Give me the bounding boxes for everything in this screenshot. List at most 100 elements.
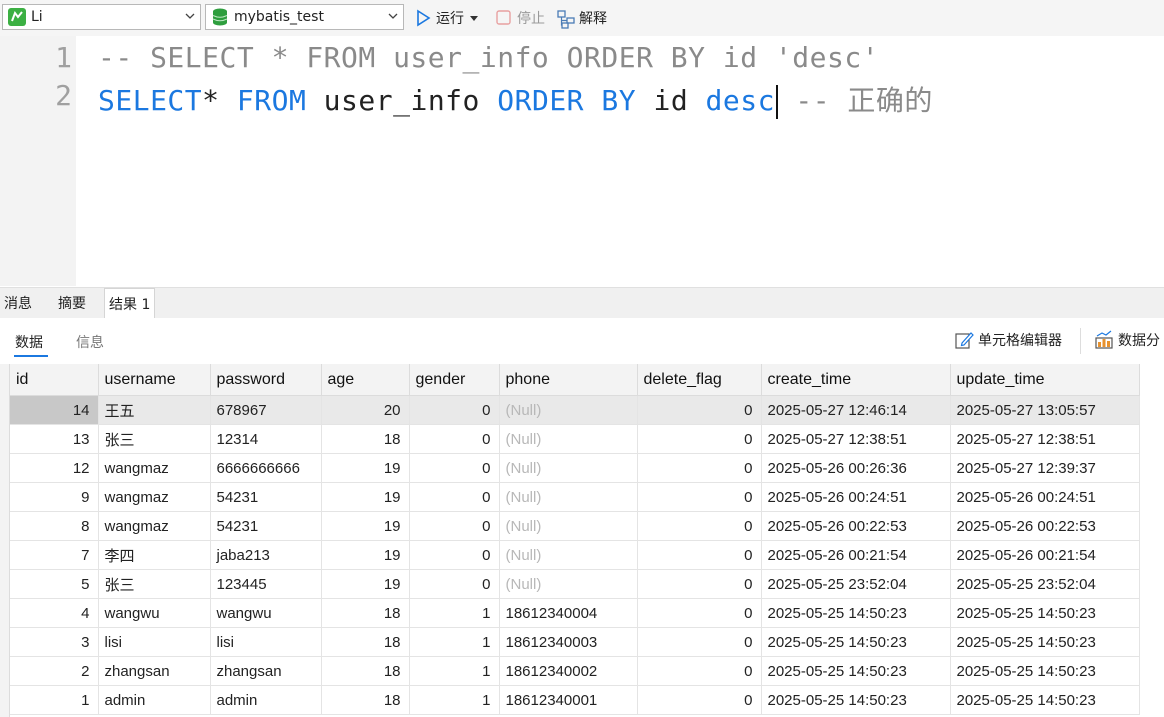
cell-gender[interactable]: 1 — [409, 656, 500, 686]
cell-create-time[interactable]: 2025-05-27 12:46:14 — [761, 395, 951, 425]
cell-username[interactable]: 张三 — [98, 569, 211, 599]
stop-button[interactable]: 停止 — [495, 6, 545, 30]
cell-delete-flag[interactable]: 0 — [637, 627, 762, 657]
cell-gender[interactable]: 0 — [409, 424, 500, 454]
subtab-info[interactable]: 信息 — [76, 332, 104, 352]
cell-delete-flag[interactable]: 0 — [637, 540, 762, 570]
cell-username[interactable]: lisi — [98, 627, 211, 657]
column-header-delete-flag[interactable]: delete_flag — [637, 364, 762, 396]
cell-create-time[interactable]: 2025-05-25 14:50:23 — [761, 685, 951, 715]
cell-gender[interactable]: 0 — [409, 569, 500, 599]
cell-update-time[interactable]: 2025-05-26 00:24:51 — [950, 482, 1140, 512]
chevron-down-icon[interactable] — [184, 10, 195, 20]
table-row[interactable]: 9 wangmaz 54231 19 0 (Null) 0 2025-05-26 00:24:… — [10, 482, 1140, 512]
table-row[interactable]: 13 张三 12314 18 0 (Null) 0 2025-05-27 12:38:51 20… — [10, 424, 1140, 454]
cell-password[interactable]: zhangsan — [210, 656, 322, 686]
cell-username[interactable]: 王五 — [98, 395, 211, 425]
cell-id[interactable]: 13 — [10, 424, 99, 454]
column-header-age[interactable]: age — [321, 364, 410, 396]
cell-age[interactable]: 19 — [321, 453, 410, 483]
cell-update-time[interactable]: 2025-05-26 00:22:53 — [950, 511, 1140, 541]
subtab-data[interactable]: 数据 — [15, 332, 43, 352]
table-row[interactable]: 14 王五 678967 20 0 (Null) 0 2025-05-27 12:46:14 2… — [10, 395, 1140, 425]
cell-age[interactable]: 19 — [321, 482, 410, 512]
database-select[interactable]: mybatis_test — [205, 4, 404, 30]
cell-update-time[interactable]: 2025-05-27 12:39:37 — [950, 453, 1140, 483]
cell-password[interactable]: 123445 — [210, 569, 322, 599]
table-row[interactable]: 1 admin admin 18 1 18612340001 0 2025-05-25 14:… — [10, 685, 1140, 715]
cell-phone[interactable]: 18612340004 — [499, 598, 638, 628]
table-row[interactable]: 5 张三 123445 19 0 (Null) 0 2025-05-25 23:52:04 20… — [10, 569, 1140, 599]
cell-update-time[interactable]: 2025-05-25 14:50:23 — [950, 598, 1140, 628]
cell-update-time[interactable]: 2025-05-25 14:50:23 — [950, 656, 1140, 686]
cell-id[interactable]: 7 — [10, 540, 99, 570]
cell-update-time[interactable]: 2025-05-27 12:38:51 — [950, 424, 1140, 454]
cell-gender[interactable]: 0 — [409, 395, 500, 425]
cell-username[interactable]: wangmaz — [98, 482, 211, 512]
tab-summary[interactable]: 摘要 — [54, 288, 90, 319]
cell-age[interactable]: 18 — [321, 627, 410, 657]
cell-id[interactable]: 5 — [10, 569, 99, 599]
sql-editor[interactable]: 1 2 -- SELECT * FROM user_info ORDER BY … — [0, 36, 1164, 286]
cell-age[interactable]: 19 — [321, 511, 410, 541]
column-header-password[interactable]: password — [210, 364, 322, 396]
cell-id[interactable]: 8 — [10, 511, 99, 541]
connection-select[interactable]: Li — [2, 4, 201, 30]
table-row[interactable]: 4 wangwu wangwu 18 1 18612340004 0 2025-05-25 1… — [10, 598, 1140, 628]
cell-editor-button[interactable]: 单元格编辑器 — [954, 330, 1062, 350]
cell-update-time[interactable]: 2025-05-25 14:50:23 — [950, 685, 1140, 715]
cell-password[interactable]: 12314 — [210, 424, 322, 454]
cell-phone[interactable]: 18612340003 — [499, 627, 638, 657]
cell-phone[interactable]: (Null) — [499, 453, 638, 483]
cell-phone[interactable]: (Null) — [499, 540, 638, 570]
cell-id[interactable]: 12 — [10, 453, 99, 483]
cell-phone[interactable]: (Null) — [499, 482, 638, 512]
cell-gender[interactable]: 1 — [409, 685, 500, 715]
cell-age[interactable]: 19 — [321, 540, 410, 570]
cell-age[interactable]: 18 — [321, 685, 410, 715]
table-row[interactable]: 2 zhangsan zhangsan 18 1 18612340002 0 2025-05-… — [10, 656, 1140, 686]
cell-password[interactable]: 678967 — [210, 395, 322, 425]
cell-age[interactable]: 18 — [321, 656, 410, 686]
cell-password[interactable]: 54231 — [210, 511, 322, 541]
cell-phone[interactable]: 18612340002 — [499, 656, 638, 686]
run-button[interactable]: 运行 — [414, 6, 478, 30]
cell-delete-flag[interactable]: 0 — [637, 511, 762, 541]
cell-gender[interactable]: 0 — [409, 511, 500, 541]
cell-phone[interactable]: 18612340001 — [499, 685, 638, 715]
cell-age[interactable]: 19 — [321, 569, 410, 599]
cell-id[interactable]: 1 — [10, 685, 99, 715]
table-row[interactable]: 12 wangmaz 6666666666 19 0 (Null) 0 2025-05-26 … — [10, 453, 1140, 483]
data-analysis-button[interactable]: 数据分 — [1094, 330, 1160, 350]
cell-update-time[interactable]: 2025-05-25 23:52:04 — [950, 569, 1140, 599]
column-header-phone[interactable]: phone — [499, 364, 638, 396]
cell-id[interactable]: 9 — [10, 482, 99, 512]
cell-username[interactable]: wangmaz — [98, 453, 211, 483]
table-row[interactable]: 7 李四 jaba213 19 0 (Null) 0 2025-05-26 00:21:54 2… — [10, 540, 1140, 570]
column-header-id[interactable]: id — [10, 364, 99, 396]
cell-id[interactable]: 2 — [10, 656, 99, 686]
cell-phone[interactable]: (Null) — [499, 395, 638, 425]
code-line-1[interactable]: -- SELECT * FROM user_info ORDER BY id '… — [98, 41, 879, 74]
column-header-update-time[interactable]: update_time — [950, 364, 1140, 396]
cell-create-time[interactable]: 2025-05-26 00:24:51 — [761, 482, 951, 512]
cell-phone[interactable]: (Null) — [499, 569, 638, 599]
cell-delete-flag[interactable]: 0 — [637, 656, 762, 686]
cell-create-time[interactable]: 2025-05-25 23:52:04 — [761, 569, 951, 599]
cell-delete-flag[interactable]: 0 — [637, 598, 762, 628]
cell-gender[interactable]: 0 — [409, 482, 500, 512]
column-header-username[interactable]: username — [98, 364, 211, 396]
cell-username[interactable]: zhangsan — [98, 656, 211, 686]
chevron-down-icon[interactable] — [387, 10, 398, 20]
cell-id[interactable]: 14 — [10, 395, 99, 425]
column-header-create-time[interactable]: create_time — [761, 364, 951, 396]
cell-password[interactable]: admin — [210, 685, 322, 715]
cell-password[interactable]: 54231 — [210, 482, 322, 512]
explain-button[interactable]: 解释 — [557, 6, 607, 30]
cell-gender[interactable]: 0 — [409, 453, 500, 483]
tab-messages[interactable]: 消息 — [0, 288, 36, 319]
cell-username[interactable]: admin — [98, 685, 211, 715]
cell-age[interactable]: 20 — [321, 395, 410, 425]
cell-password[interactable]: lisi — [210, 627, 322, 657]
cell-phone[interactable]: (Null) — [499, 424, 638, 454]
